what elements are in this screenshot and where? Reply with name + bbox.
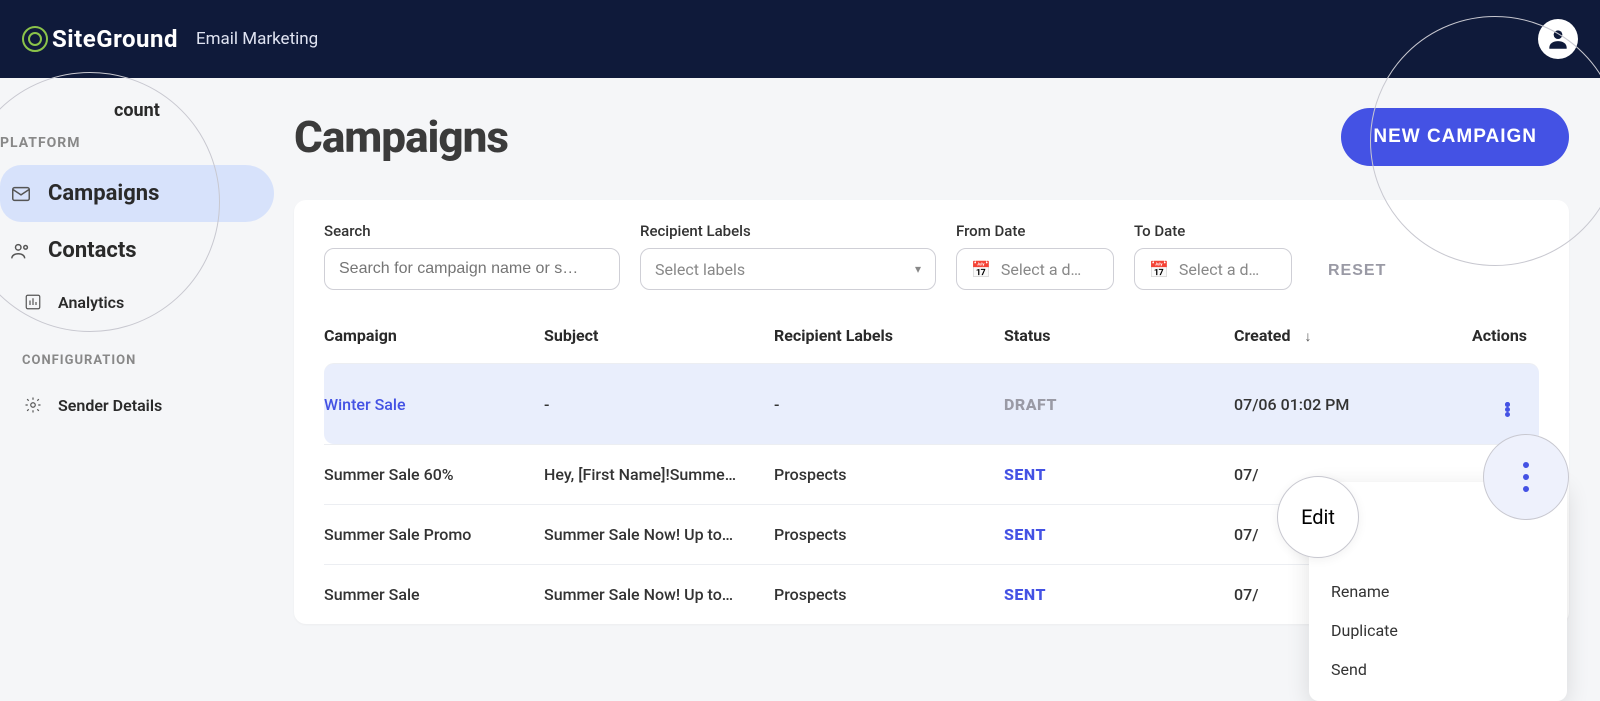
campaign-status: SENT bbox=[1004, 465, 1234, 484]
col-subject[interactable]: Subject bbox=[544, 326, 774, 345]
page-title: Campaigns bbox=[294, 111, 508, 163]
campaign-subject: Summer Sale Now! Up to… bbox=[544, 525, 774, 544]
menu-item-rename[interactable]: Rename bbox=[1309, 572, 1567, 611]
sidebar-section-platform: PLATFORM bbox=[0, 121, 274, 165]
labels-label: Recipient Labels bbox=[640, 222, 936, 240]
campaign-subject: - bbox=[544, 395, 774, 414]
people-icon bbox=[10, 240, 32, 262]
table-row[interactable]: Winter Sale - - DRAFT 07/06 01:02 PM bbox=[324, 363, 1539, 444]
sidebar-item-contacts[interactable]: Contacts bbox=[0, 222, 274, 279]
sidebar-item-analytics[interactable]: Analytics bbox=[0, 279, 274, 325]
menu-item-send[interactable]: Send bbox=[1309, 650, 1567, 689]
labels-select-placeholder: Select labels bbox=[655, 260, 745, 279]
brand-block: SiteGround Email Marketing bbox=[22, 25, 318, 53]
col-created-label: Created bbox=[1234, 326, 1290, 345]
campaign-status: SENT bbox=[1004, 585, 1234, 604]
sidebar-label-sender-details: Sender Details bbox=[58, 396, 162, 415]
campaign-labels: Prospects bbox=[774, 465, 1004, 484]
new-campaign-button[interactable]: NEW CAMPAIGN bbox=[1341, 108, 1569, 166]
product-name: Email Marketing bbox=[196, 29, 318, 49]
envelope-icon bbox=[10, 183, 32, 205]
campaign-labels: Prospects bbox=[774, 585, 1004, 604]
from-date-placeholder: Select a d… bbox=[1001, 260, 1081, 279]
from-date-label: From Date bbox=[956, 222, 1114, 240]
main-content: Campaigns NEW CAMPAIGN Search Recipient … bbox=[274, 78, 1600, 624]
campaign-created: 07/06 01:02 PM bbox=[1234, 395, 1459, 414]
sort-descending-icon: ↓ bbox=[1304, 329, 1311, 345]
from-date-input[interactable]: 📅 Select a d… bbox=[956, 248, 1114, 290]
search-label: Search bbox=[324, 222, 620, 240]
col-actions: Actions bbox=[1459, 326, 1539, 345]
calendar-icon: 📅 bbox=[1149, 260, 1169, 279]
campaign-subject: Summer Sale Now! Up to… bbox=[544, 585, 774, 604]
campaign-labels: Prospects bbox=[774, 525, 1004, 544]
top-bar: SiteGround Email Marketing bbox=[0, 0, 1600, 78]
brand-logo[interactable]: SiteGround bbox=[22, 25, 178, 53]
sidebar: count PLATFORM Campaigns Contacts Analyt… bbox=[0, 78, 274, 624]
chevron-down-icon: ▾ bbox=[915, 262, 921, 276]
campaign-name[interactable]: Summer Sale Promo bbox=[324, 525, 544, 544]
edit-hint-text: Edit bbox=[1301, 505, 1335, 529]
brand-swirl-icon bbox=[22, 26, 48, 52]
kebab-icon bbox=[1505, 402, 1510, 407]
user-avatar[interactable] bbox=[1538, 19, 1578, 59]
col-labels[interactable]: Recipient Labels bbox=[774, 326, 1004, 345]
col-status[interactable]: Status bbox=[1004, 326, 1234, 345]
breadcrumb-account[interactable]: count bbox=[90, 88, 274, 121]
table-header: Campaign Subject Recipient Labels Status… bbox=[324, 308, 1539, 363]
sidebar-label-analytics: Analytics bbox=[58, 293, 124, 312]
to-date-placeholder: Select a d… bbox=[1179, 260, 1259, 279]
sidebar-label-contacts: Contacts bbox=[48, 238, 137, 263]
calendar-icon: 📅 bbox=[971, 260, 991, 279]
sidebar-label-campaigns: Campaigns bbox=[48, 181, 159, 206]
to-date-input[interactable]: 📅 Select a d… bbox=[1134, 248, 1292, 290]
kebab-icon bbox=[1523, 462, 1529, 492]
brand-name: SiteGround bbox=[52, 25, 178, 53]
chart-icon bbox=[22, 291, 44, 313]
menu-item-duplicate[interactable]: Duplicate bbox=[1309, 611, 1567, 650]
gear-icon bbox=[22, 394, 44, 416]
campaign-name[interactable]: Summer Sale bbox=[324, 585, 544, 604]
campaign-status: DRAFT bbox=[1004, 395, 1234, 414]
user-icon bbox=[1545, 26, 1571, 52]
edit-hint-bubble: Edit bbox=[1277, 476, 1359, 558]
to-date-label: To Date bbox=[1134, 222, 1292, 240]
sidebar-item-sender-details[interactable]: Sender Details bbox=[0, 382, 274, 428]
campaign-labels: - bbox=[774, 395, 1004, 414]
row-actions-button[interactable] bbox=[1487, 384, 1527, 424]
sidebar-section-configuration: CONFIGURATION bbox=[0, 325, 274, 382]
labels-select[interactable]: Select labels ▾ bbox=[640, 248, 936, 290]
campaign-name[interactable]: Summer Sale 60% bbox=[324, 465, 544, 484]
campaign-status: SENT bbox=[1004, 525, 1234, 544]
actions-highlight[interactable] bbox=[1483, 434, 1569, 520]
campaign-subject: Hey, [First Name]!Summe… bbox=[544, 465, 774, 484]
search-input[interactable] bbox=[324, 248, 620, 290]
col-campaign[interactable]: Campaign bbox=[324, 326, 544, 345]
col-created[interactable]: Created ↓ bbox=[1234, 326, 1459, 345]
campaign-name[interactable]: Winter Sale bbox=[324, 395, 544, 414]
sidebar-item-campaigns[interactable]: Campaigns bbox=[0, 165, 274, 222]
reset-button[interactable]: RESET bbox=[1320, 252, 1394, 290]
